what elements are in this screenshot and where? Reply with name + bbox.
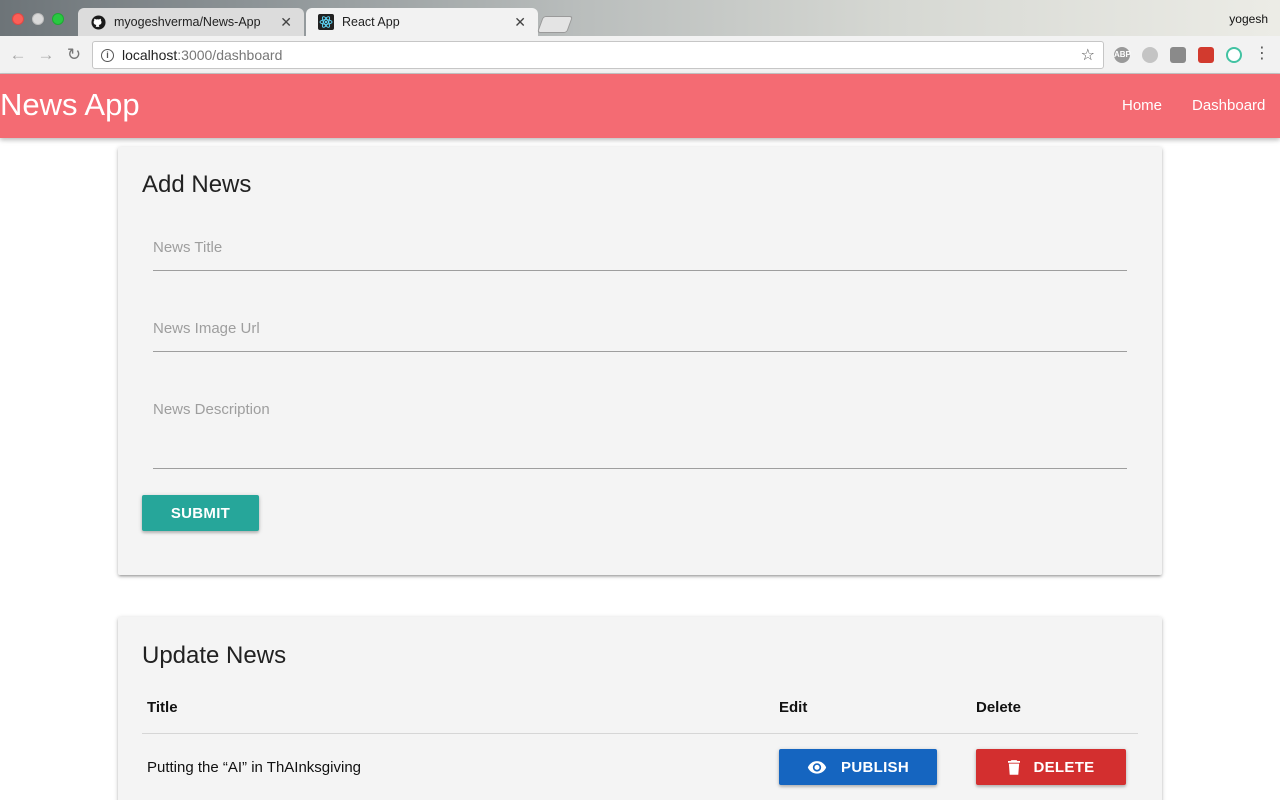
card-title: Update News: [142, 642, 287, 669]
browser-title-bar: myogeshverma/News-App ✕ React App ✕ yoge…: [0, 0, 1280, 36]
column-header-delete: Delete: [976, 699, 1022, 716]
tab-title: myogeshverma/News-App: [114, 15, 261, 29]
forward-arrow-icon[interactable]: →: [36, 45, 56, 65]
nav-link-home[interactable]: Home: [1122, 96, 1162, 116]
browser-menu-icon[interactable]: ⋮: [1254, 45, 1270, 63]
news-image-url-input[interactable]: [153, 320, 1127, 337]
app-navbar: News App Home Dashboard: [0, 74, 1280, 138]
eye-icon: [807, 760, 827, 774]
column-header-edit: Edit: [779, 699, 808, 716]
url-host: localhost: [122, 47, 178, 63]
table-divider: [142, 733, 1138, 734]
browser-tab-react-app[interactable]: React App ✕: [306, 8, 538, 36]
reload-icon[interactable]: ↻: [64, 45, 84, 65]
extension-icon[interactable]: [1142, 47, 1158, 63]
extension-icon[interactable]: [1170, 47, 1186, 63]
react-icon: [318, 14, 334, 30]
tab-title: React App: [342, 15, 400, 29]
profile-name[interactable]: yogesh: [1229, 12, 1268, 26]
column-header-title: Title: [147, 699, 178, 716]
adblock-extension-icon[interactable]: ABP: [1114, 47, 1131, 63]
news-image-url-field: [153, 320, 1127, 352]
trash-icon: [1007, 759, 1020, 775]
add-news-card: Add News Submit: [118, 147, 1162, 575]
publish-button[interactable]: Publish: [779, 749, 937, 785]
github-icon: [90, 14, 106, 30]
delete-label: Delete: [1033, 758, 1095, 776]
new-tab-button[interactable]: [536, 16, 574, 33]
info-icon[interactable]: i: [101, 48, 114, 62]
extension-icon[interactable]: [1226, 47, 1242, 63]
minimize-window-button[interactable]: [32, 13, 44, 25]
close-tab-icon[interactable]: ✕: [280, 14, 292, 31]
news-description-textarea[interactable]: [153, 401, 1127, 457]
browser-tab-github[interactable]: myogeshverma/News-App ✕: [78, 8, 304, 36]
maximize-window-button[interactable]: [52, 13, 64, 25]
publish-label: Publish: [841, 758, 909, 776]
update-news-card: Update News Title Edit Delete Putting th…: [118, 617, 1162, 800]
news-title-input[interactable]: [153, 239, 1127, 256]
bookmark-star-icon[interactable]: ☆: [1081, 45, 1095, 65]
delete-button[interactable]: Delete: [976, 749, 1126, 785]
nav-link-dashboard[interactable]: Dashboard: [1192, 96, 1265, 116]
address-bar[interactable]: i localhost:3000/dashboard ☆: [92, 41, 1104, 69]
url-path: :3000/dashboard: [177, 47, 283, 63]
news-description-field: [153, 401, 1127, 469]
url-text[interactable]: localhost:3000/dashboard: [122, 47, 1081, 63]
close-tab-icon[interactable]: ✕: [514, 14, 526, 31]
brand-logo[interactable]: News App: [0, 86, 140, 124]
browser-toolbar: ← → ↻ i localhost:3000/dashboard ☆ ABP ⋮: [0, 36, 1280, 74]
news-title-field: [153, 239, 1127, 271]
close-window-button[interactable]: [12, 13, 24, 25]
extension-icon[interactable]: [1198, 47, 1214, 63]
back-arrow-icon[interactable]: ←: [8, 45, 28, 65]
news-row-title: Putting the “AI” in ThAInksgiving: [147, 759, 361, 776]
card-title: Add News: [142, 171, 252, 198]
submit-button[interactable]: Submit: [142, 495, 259, 531]
